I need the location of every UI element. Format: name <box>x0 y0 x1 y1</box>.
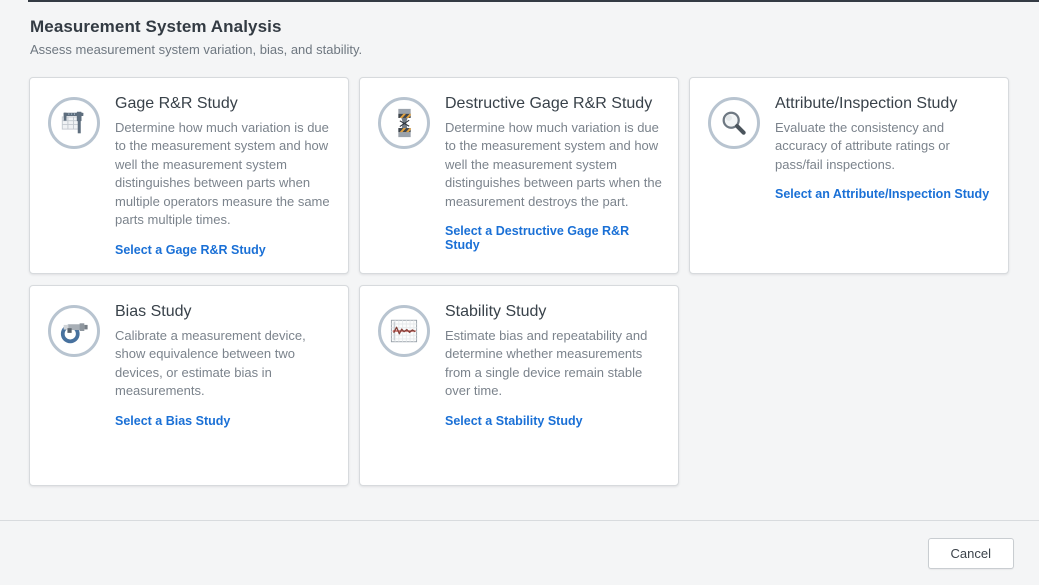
select-gage-rr-study-link[interactable]: Select a Gage R&R Study <box>115 243 266 257</box>
control-chart-icon <box>389 317 419 345</box>
card-gage-rr-study: Gage R&R Study Determine how much variat… <box>29 77 349 274</box>
header: Measurement System Analysis Assess measu… <box>0 0 1039 57</box>
select-bias-study-link[interactable]: Select a Bias Study <box>115 414 230 428</box>
card-description: Determine how much variation is due to t… <box>115 119 332 230</box>
bias-icon-circle <box>48 305 100 357</box>
card-title: Destructive Gage R&R Study <box>445 95 662 113</box>
cancel-button[interactable]: Cancel <box>928 538 1014 569</box>
card-title: Gage R&R Study <box>115 95 332 113</box>
micrometer-icon <box>59 316 89 346</box>
study-card-grid: Gage R&R Study Determine how much variat… <box>29 77 1009 486</box>
page-title: Measurement System Analysis <box>30 17 1009 37</box>
card-description: Evaluate the consistency and accuracy of… <box>775 119 992 174</box>
attribute-inspection-icon-circle <box>708 97 760 149</box>
card-stability-study: Stability Study Estimate bias and repeat… <box>359 285 679 486</box>
footer-bar: Cancel <box>0 520 1039 585</box>
card-body: Gage R&R Study Determine how much variat… <box>100 95 332 259</box>
card-body: Stability Study Estimate bias and repeat… <box>430 303 662 430</box>
card-bias-study: Bias Study Calibrate a measurement devic… <box>29 285 349 486</box>
card-title: Stability Study <box>445 303 662 321</box>
stability-icon-circle <box>378 305 430 357</box>
card-description: Estimate bias and repeatability and dete… <box>445 327 662 401</box>
select-attribute-inspection-study-link[interactable]: Select an Attribute/Inspection Study <box>775 187 989 201</box>
card-body: Destructive Gage R&R Study Determine how… <box>430 95 662 254</box>
caliper-icon <box>59 108 89 138</box>
top-accent-line <box>28 0 1039 2</box>
crush-test-specimen-icon <box>391 108 418 138</box>
select-destructive-gage-rr-study-link[interactable]: Select a Destructive Gage R&R Study <box>445 224 662 252</box>
page-subtitle: Assess measurement system variation, bia… <box>30 42 1009 57</box>
destructive-gage-rr-icon-circle <box>378 97 430 149</box>
card-destructive-gage-rr-study: Destructive Gage R&R Study Determine how… <box>359 77 679 274</box>
select-stability-study-link[interactable]: Select a Stability Study <box>445 414 583 428</box>
card-description: Determine how much variation is due to t… <box>445 119 662 211</box>
card-description: Calibrate a measurement device, show equ… <box>115 327 332 401</box>
card-body: Bias Study Calibrate a measurement devic… <box>100 303 332 430</box>
card-title: Bias Study <box>115 303 332 321</box>
card-body: Attribute/Inspection Study Evaluate the … <box>760 95 992 203</box>
card-title: Attribute/Inspection Study <box>775 95 992 113</box>
gage-rr-icon-circle <box>48 97 100 149</box>
card-attribute-inspection-study: Attribute/Inspection Study Evaluate the … <box>689 77 1009 274</box>
magnifier-icon <box>719 108 749 138</box>
msa-dialog: Measurement System Analysis Assess measu… <box>0 0 1039 585</box>
